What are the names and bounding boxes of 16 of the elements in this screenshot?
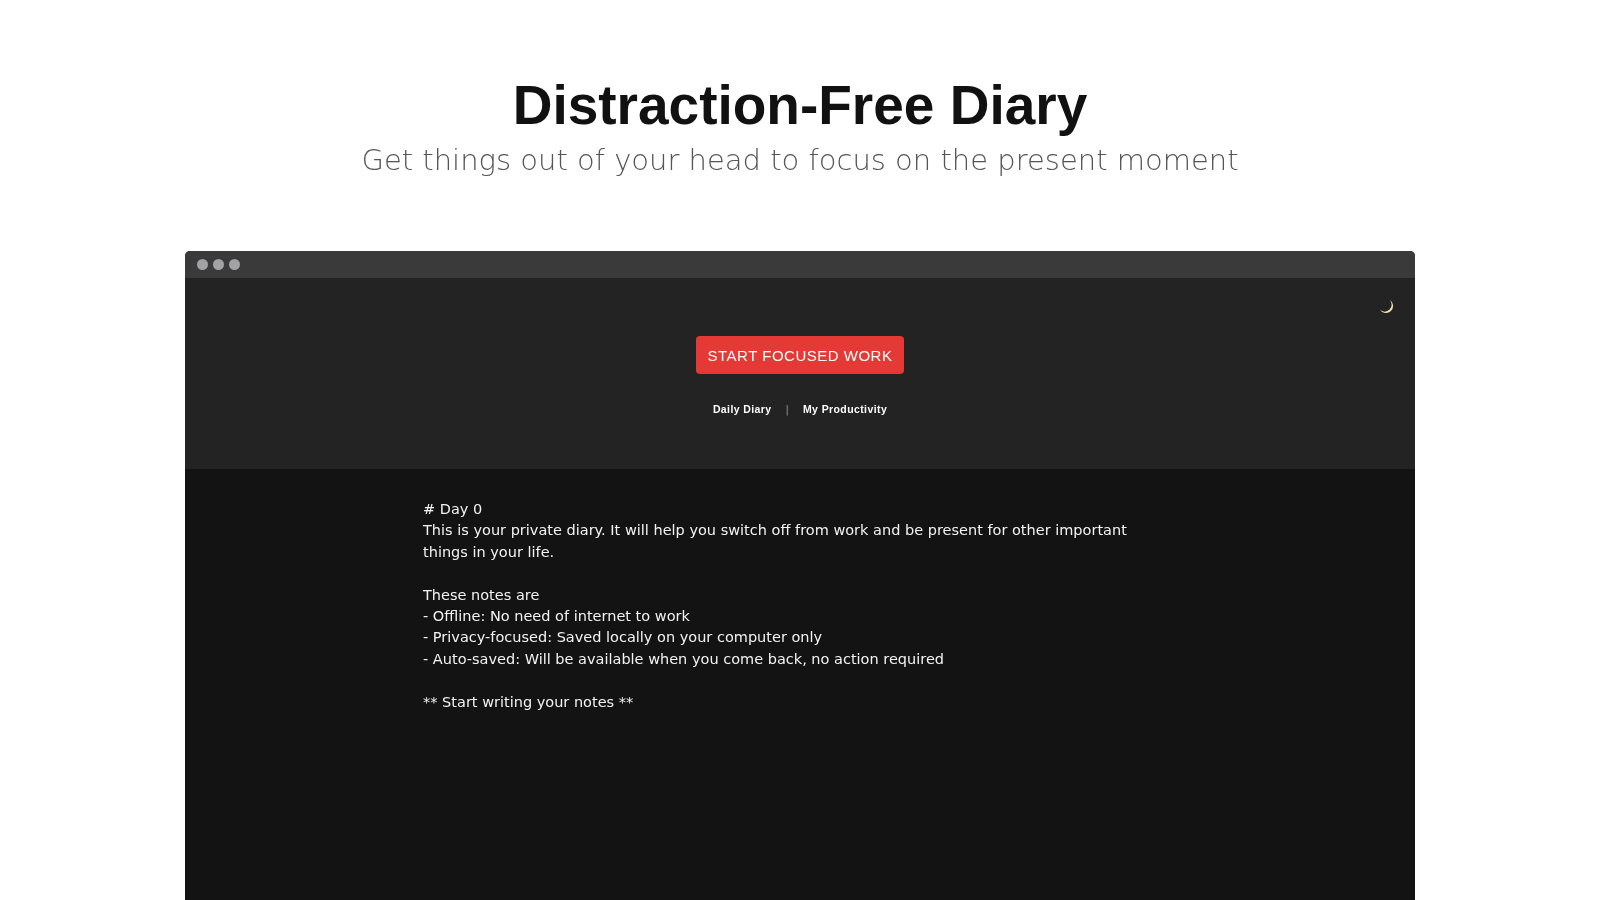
page-title: Distraction-Free Diary (511, 73, 1089, 138)
diary-text-line: ** Start writing your notes ** (423, 692, 635, 712)
window-dot-icon (229, 259, 240, 270)
diary-text-line: - Offline: No need of internet to work (423, 607, 691, 626)
nav-link[interactable]: My Productivity (802, 403, 888, 415)
nav-link[interactable]: Daily Diary (712, 403, 772, 415)
window-dot-icon (213, 259, 224, 270)
nav-separator: | (785, 403, 789, 415)
diary-text-line: - Auto-saved: Will be available when you come back, no action required (423, 649, 946, 669)
diary-text-line: - Privacy-focused: Saved locally on your computer only (423, 628, 824, 648)
page-subtitle: Get things out of your head to focus on the present moment (360, 142, 1240, 179)
start-focused-work-button[interactable]: START FOCUSED WORK (696, 336, 904, 374)
diary-text-line: This is your private diary. It will help you switch off from work and be present for other important things in your life. (423, 521, 1128, 562)
diary-text-line: # Day 0 (423, 500, 484, 519)
window-dot-icon (197, 259, 208, 270)
diary-text-line: These notes are (423, 585, 541, 605)
